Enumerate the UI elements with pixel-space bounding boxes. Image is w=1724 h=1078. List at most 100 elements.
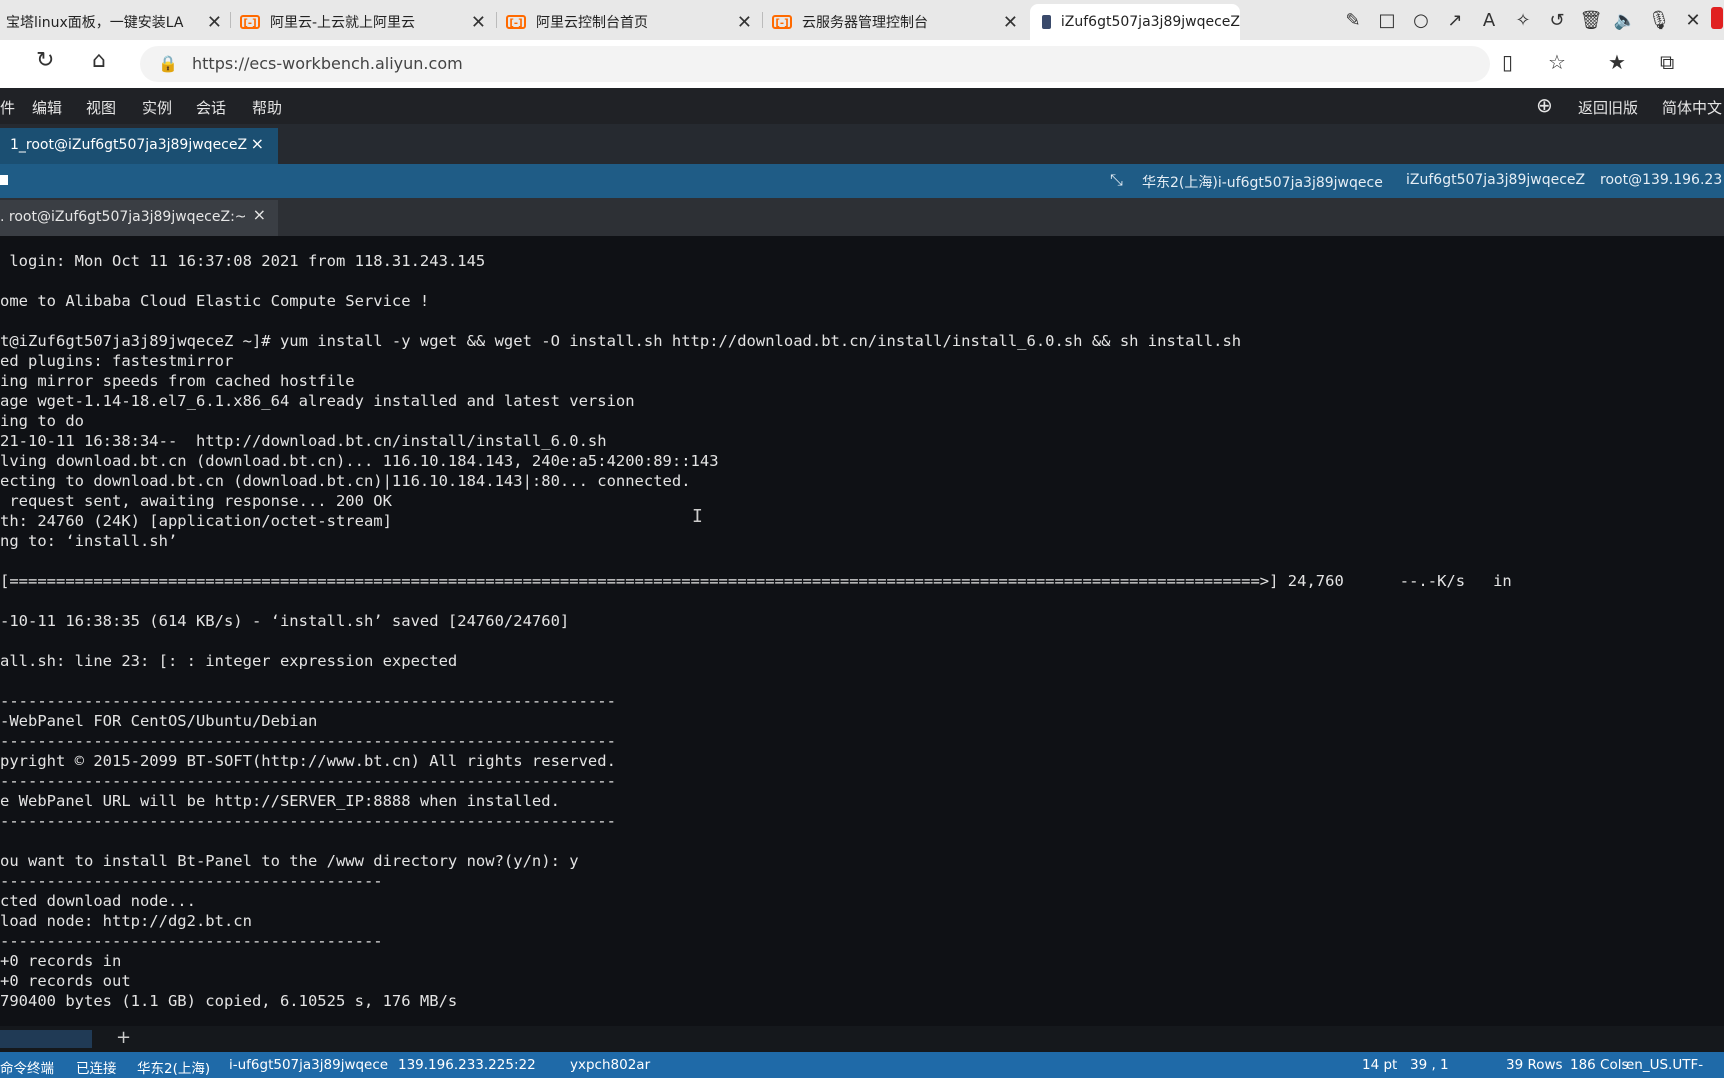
terminal-line: 21-10-11 16:38:34-- http://download.bt.c… — [0, 432, 607, 450]
reading-list-icon[interactable]: ▯ — [1502, 50, 1513, 74]
menu-file[interactable]: 件 — [0, 97, 15, 118]
back-to-old-version-link[interactable]: 返回旧版 — [1578, 97, 1638, 118]
add-pane-icon[interactable]: + — [116, 1027, 131, 1048]
tab-close-icon[interactable]: ✕ — [207, 12, 222, 33]
terminal-tab-close-icon[interactable]: × — [253, 205, 266, 224]
status-font-size: 14 pt — [1362, 1057, 1398, 1073]
hostname-label: iZuf6gt507ja3j89jwqeceZ — [1406, 172, 1586, 188]
magic-wand-icon[interactable]: ✧ — [1506, 10, 1540, 31]
terminal-tab-label: . root@iZuf6gt507ja3j89jwqeceZ:~ — [0, 209, 247, 225]
terminal-output[interactable]: login: Mon Oct 11 16:37:08 2021 from 118… — [0, 236, 1724, 1026]
terminal-line: load node: http://dg2.bt.cn — [0, 912, 252, 930]
terminal-line: ou want to install Bt-Panel to the /www … — [0, 852, 579, 870]
arrow-icon[interactable]: ↗ — [1438, 10, 1472, 31]
fullscreen-icon[interactable]: ⤡ — [1110, 170, 1123, 190]
language-selector[interactable]: 简体中文 — [1662, 97, 1722, 118]
trash-icon[interactable]: 🗑 — [1574, 10, 1608, 31]
status-region: 华东2(上海) — [137, 1061, 211, 1077]
terminal-line: ----------------------------------------… — [0, 692, 616, 710]
tab-close-icon[interactable]: ✕ — [737, 12, 752, 33]
session-tab[interactable]: 1_root@iZuf6gt507ja3j89jwqeceZ × — [0, 128, 278, 164]
terminal-line: ome to Alibaba Cloud Elastic Compute Ser… — [0, 292, 430, 310]
terminal-line: ed plugins: fastestmirror — [0, 352, 234, 370]
favorites-icon[interactable]: ★ — [1608, 50, 1626, 74]
tab-close-icon[interactable]: ✕ — [1003, 12, 1018, 33]
address-bar: ↻ ⌂ 🔒 https://ecs-workbench.aliyun.com ▯… — [0, 40, 1724, 89]
menu-view[interactable]: 视图 — [86, 97, 116, 118]
status-instance-id: i-uf6gt507ja3j89jwqece — [229, 1057, 389, 1073]
app-menu-bar: 件 编辑 视图 实例 会话 帮助 ⊕ 返回旧版 简体中文 — [0, 88, 1724, 124]
panel-toggle-icon[interactable] — [0, 175, 8, 185]
collections-icon[interactable]: ⧉ — [1660, 50, 1674, 74]
pane-tab-selected[interactable] — [0, 1030, 92, 1048]
session-close-icon[interactable]: × — [251, 134, 264, 153]
bottom-pane-bar: + — [0, 1026, 1724, 1052]
terminal-line: +0 records out — [0, 972, 131, 990]
home-icon[interactable]: ⌂ — [92, 48, 106, 73]
menu-edit[interactable]: 编辑 — [32, 97, 62, 118]
add-circle-icon[interactable]: ⊕ — [1536, 93, 1553, 117]
terminal-line: ----------------------------------------… — [0, 732, 616, 750]
status-ip: 139.196.233.225:22 — [398, 1057, 536, 1073]
undo-icon[interactable]: ↺ — [1540, 10, 1574, 31]
terminal-line: e WebPanel URL will be http://SERVER_IP:… — [0, 792, 560, 810]
square-icon[interactable]: □ — [1370, 10, 1404, 31]
status-encoding: en_US.UTF- — [1626, 1057, 1704, 1073]
terminal-line: t@iZuf6gt507ja3j89jwqeceZ ~]# yum instal… — [0, 332, 1242, 350]
speaker-icon[interactable]: 🔈 — [1608, 10, 1642, 31]
menu-help[interactable]: 帮助 — [252, 97, 282, 118]
terminal-line: cted download node... — [0, 892, 196, 910]
browser-tab[interactable]: [-] 阿里云-上云就上阿里云 ✕ — [240, 4, 496, 40]
browser-tab-bar: 宝塔linux面板，一键安装LA ✕ [-] 阿里云-上云就上阿里云 ✕ [-]… — [0, 0, 1724, 40]
text-icon[interactable]: A — [1472, 10, 1506, 31]
terminal-line: 790400 bytes (1.1 GB) copied, 6.10525 s,… — [0, 992, 458, 1010]
terminal-line: pyright © 2015-2099 BT-SOFT(http://www.b… — [0, 752, 616, 770]
session-tab-label: 1_root@iZuf6gt507ja3j89jwqeceZ — [10, 137, 248, 153]
terminal-line: ing mirror speeds from cached hostfile — [0, 372, 355, 390]
connection-info-bar: ⤡ 华东2(上海)i-uf6gt507ja3j89jwqece iZuf6gt5… — [0, 164, 1724, 198]
browser-tab[interactable]: [-] 云服务器管理控制台 ✕ — [772, 4, 1028, 40]
instance-region-id: 华东2(上海)i-uf6gt507ja3j89jwqece — [1142, 175, 1383, 191]
terminal-line: ----------------------------------------… — [0, 772, 616, 790]
status-rows: 39 Rows — [1506, 1057, 1563, 1073]
close-icon[interactable]: ✕ — [1676, 10, 1710, 31]
terminal-line: ----------------------------------------… — [0, 872, 383, 890]
terminal-tab[interactable]: . root@iZuf6gt507ja3j89jwqeceZ:~ × — [0, 200, 278, 236]
aliyun-logo-icon: [-] — [772, 15, 792, 29]
tab-title: 阿里云-上云就上阿里云 — [270, 15, 416, 31]
tab-title: 宝塔linux面板，一键安装LA — [6, 15, 184, 31]
status-mode: 命令终端 — [0, 1061, 54, 1077]
terminal-favicon-icon — [1042, 15, 1051, 29]
refresh-icon[interactable]: ↻ — [36, 48, 54, 73]
lock-icon[interactable]: 🔒 — [158, 54, 178, 73]
browser-tab[interactable]: 宝塔linux面板，一键安装LA ✕ — [0, 4, 232, 40]
terminal-line: -WebPanel FOR CentOS/Ubuntu/Debian — [0, 712, 318, 730]
tab-close-icon[interactable]: ✕ — [471, 12, 486, 33]
url-text: https://ecs-workbench.aliyun.com — [192, 54, 463, 73]
tab-title: iZuf6gt507ja3j89jwqeceZ — [1060, 14, 1240, 30]
tab-divider — [762, 12, 763, 28]
login-user-label: root@139.196.23 — [1600, 172, 1723, 188]
mic-icon[interactable]: 🎙 — [1642, 10, 1676, 31]
menu-instance[interactable]: 实例 — [142, 97, 172, 118]
browser-tab[interactable]: [-] 阿里云控制台首页 ✕ — [506, 4, 762, 40]
record-icon[interactable] — [1710, 6, 1724, 34]
tab-divider — [496, 12, 497, 28]
status-session-id: yxpch802ar — [570, 1057, 651, 1073]
browser-tab-active[interactable]: iZuf6gt507ja3j89jwqeceZ — [1030, 4, 1240, 40]
circle-icon[interactable]: ○ — [1404, 10, 1438, 31]
annotation-toolbar: ✎ □ ○ ↗ A ✧ ↺ 🗑 🔈 🎙 ✕ — [1336, 0, 1724, 40]
status-cols: 186 Cols — [1570, 1057, 1629, 1073]
terminal-line: ing to do — [0, 412, 84, 430]
terminal-line: ----------------------------------------… — [0, 812, 616, 830]
status-cursor-pos: 39 , 1 — [1410, 1057, 1449, 1073]
terminal-line: request sent, awaiting response... 200 O… — [0, 492, 392, 510]
favorite-add-icon[interactable]: ☆ — [1548, 50, 1566, 74]
menu-session[interactable]: 会话 — [196, 97, 226, 118]
tab-title: 阿里云控制台首页 — [536, 15, 648, 31]
terminal-line: all.sh: line 23: [: : integer expression… — [0, 652, 458, 670]
status-bar: 命令终端 已连接 华东2(上海) i-uf6gt507ja3j89jwqece … — [0, 1052, 1724, 1078]
status-connection: 已连接 — [76, 1061, 117, 1077]
url-field[interactable]: 🔒 https://ecs-workbench.aliyun.com — [140, 46, 1490, 82]
pen-icon[interactable]: ✎ — [1336, 10, 1370, 31]
